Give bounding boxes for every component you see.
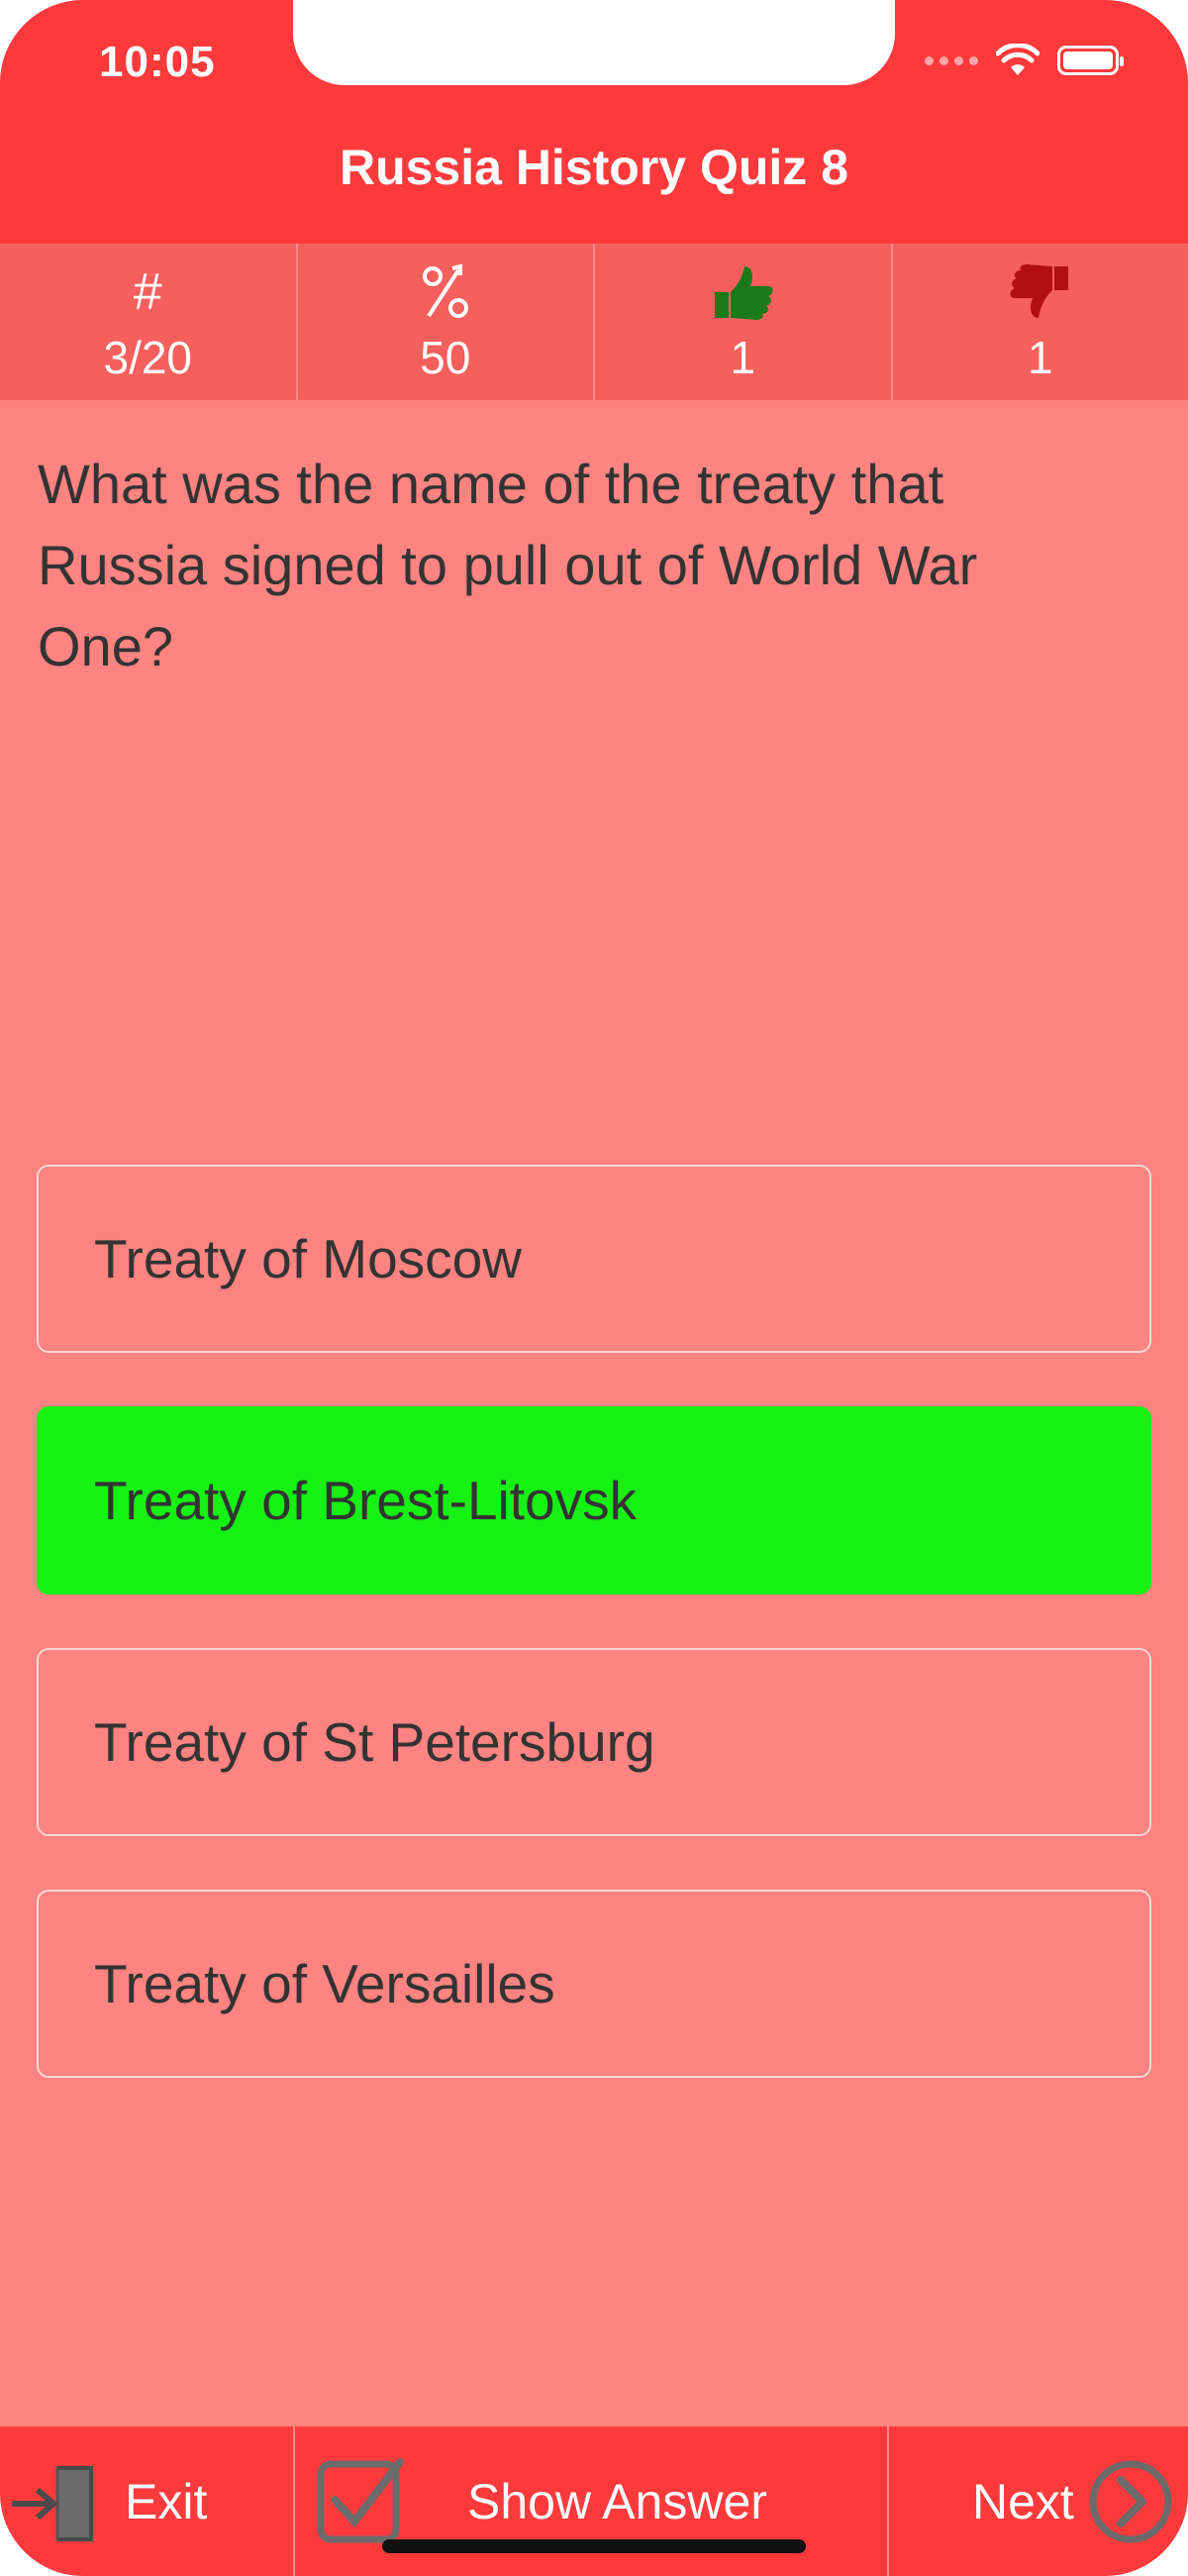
answer-option-2-correct[interactable]: Treaty of Brest-Litovsk xyxy=(37,1406,1151,1595)
stat-wrong: 1 xyxy=(893,244,1188,400)
stat-percent: 50 xyxy=(298,244,595,400)
stat-question-number: # 3/20 xyxy=(0,244,298,400)
stat-value: 1 xyxy=(730,332,756,383)
page-title: Russia History Quiz 8 xyxy=(339,140,849,195)
stats-bar: # 3/20 50 1 1 xyxy=(0,244,1188,400)
chevron-right-circle-icon xyxy=(1089,2460,1172,2543)
question-text: What was the name of the treaty that Rus… xyxy=(38,453,978,677)
exit-button[interactable]: Exit xyxy=(0,2426,295,2576)
app-screen: 10:05 Russia History Quiz 8 # 3/20 50 1 … xyxy=(0,0,1188,2576)
home-indicator[interactable] xyxy=(382,2539,806,2553)
battery-icon xyxy=(1057,46,1124,75)
answer-option-3[interactable]: Treaty of St Petersburg xyxy=(37,1648,1151,1836)
exit-label: Exit xyxy=(125,2473,208,2529)
answer-option-1[interactable]: Treaty of Moscow xyxy=(37,1165,1151,1353)
next-label: Next xyxy=(972,2473,1074,2529)
hash-icon: # xyxy=(133,263,162,321)
wifi-icon xyxy=(996,44,1040,75)
show-answer-button[interactable]: Show Answer xyxy=(295,2426,889,2576)
next-button[interactable]: Next xyxy=(889,2426,1188,2576)
exit-door-icon xyxy=(12,2466,93,2541)
thumbs-up-icon xyxy=(711,258,774,327)
answer-option-4[interactable]: Treaty of Versailles xyxy=(37,1890,1151,2078)
header: 10:05 Russia History Quiz 8 xyxy=(0,0,1188,244)
status-icons xyxy=(925,44,1124,77)
percent-icon xyxy=(419,258,472,327)
stat-correct: 1 xyxy=(595,244,893,400)
checkbox-icon xyxy=(317,2458,404,2543)
stat-value: 50 xyxy=(420,332,471,383)
device-notch xyxy=(293,0,895,85)
stat-value: 3/20 xyxy=(103,332,193,383)
thumbs-down-icon xyxy=(1009,258,1072,327)
show-answer-label: Show Answer xyxy=(467,2473,767,2529)
bottom-toolbar: Exit Show Answer Next xyxy=(0,2426,1188,2576)
status-time: 10:05 xyxy=(99,38,216,86)
stat-value: 1 xyxy=(1027,332,1053,383)
cellular-signal-icon xyxy=(925,55,978,65)
